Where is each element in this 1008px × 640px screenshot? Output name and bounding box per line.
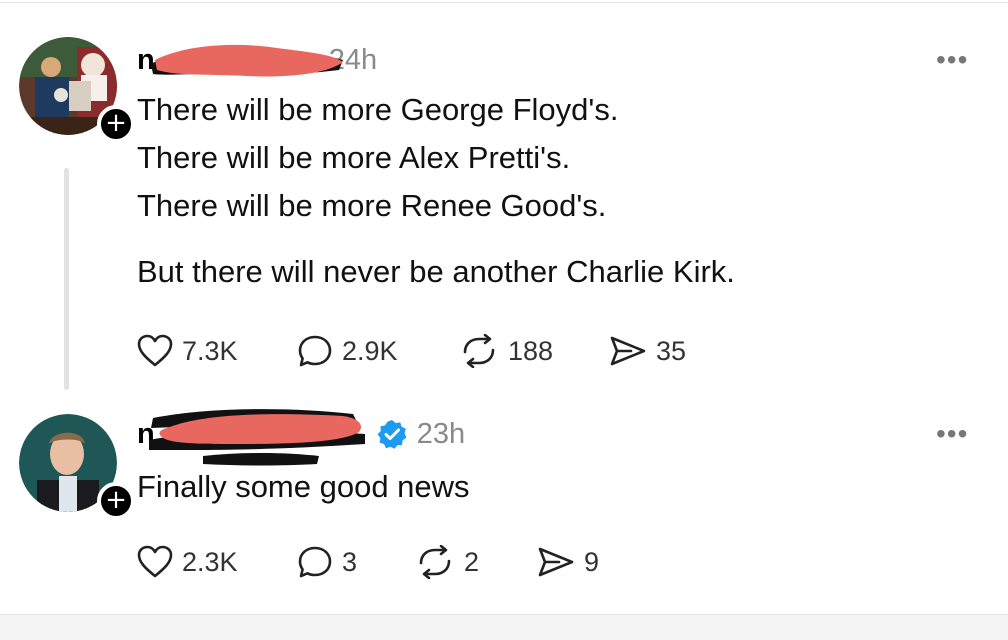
more-options-button[interactable]: •••	[936, 418, 968, 450]
share-count: 35	[656, 335, 687, 366]
speech-bubble-icon	[298, 335, 332, 367]
post-header: n 24h	[137, 40, 377, 80]
repost-arrows-icon	[463, 334, 495, 368]
action-bar: 7.3K 2.9K 188 35	[137, 331, 686, 371]
speech-bubble-icon	[298, 546, 332, 578]
verified-badge-icon	[377, 420, 407, 449]
redaction-scribble	[151, 44, 343, 77]
like-count: 2.3K	[182, 546, 238, 577]
reply-count: 3	[342, 546, 358, 577]
post-1: + n 24h ••• There will be more George Fl…	[0, 0, 1008, 400]
post-body: There will be more George Floyd's. There…	[137, 86, 735, 296]
thread-connector-line	[64, 168, 69, 390]
heart-icon	[137, 334, 173, 367]
send-arrow-icon	[538, 547, 574, 577]
send-arrow-icon	[610, 336, 646, 366]
share-button[interactable]: 35	[609, 334, 686, 368]
follow-button[interactable]: +	[97, 105, 135, 143]
like-button[interactable]: 2.3K	[137, 545, 297, 579]
repost-count: 188	[508, 335, 554, 366]
repost-count: 2	[464, 546, 480, 577]
reply-count: 2.9K	[342, 335, 398, 366]
action-bar: 2.3K 3 2 9	[137, 542, 599, 582]
post-text-line: There will be more Alex Pretti's.	[137, 140, 571, 175]
reply-button[interactable]: 2.9K	[297, 334, 459, 368]
post-text-line: Finally some good news	[137, 469, 470, 504]
share-button[interactable]: 9	[537, 545, 599, 579]
timestamp: 23h	[416, 417, 466, 450]
post-text-line: But there will never be another Charlie …	[137, 254, 735, 289]
author-avatar-wrap[interactable]: +	[19, 414, 135, 520]
redaction-scribble	[149, 409, 365, 466]
bottom-divider	[0, 614, 1008, 640]
post-body: Finally some good news	[137, 463, 470, 511]
post-text-line: There will be more Renee Good's.	[137, 188, 607, 223]
post-2: + n 23h ••• Finally some good news 2.3K	[0, 400, 1008, 614]
repost-button[interactable]: 188	[459, 334, 609, 368]
like-button[interactable]: 7.3K	[137, 334, 297, 368]
post-text-line: There will be more George Floyd's.	[137, 92, 619, 127]
author-avatar-wrap[interactable]: +	[19, 37, 135, 143]
like-count: 7.3K	[182, 335, 238, 366]
follow-button[interactable]: +	[97, 482, 135, 520]
post-header: n 23h	[137, 409, 466, 466]
repost-button[interactable]: 2	[415, 545, 537, 579]
share-count: 9	[584, 546, 600, 577]
more-options-button[interactable]: •••	[936, 44, 968, 76]
heart-icon	[137, 545, 173, 578]
repost-arrows-icon	[419, 545, 451, 579]
reply-button[interactable]: 3	[297, 545, 415, 579]
